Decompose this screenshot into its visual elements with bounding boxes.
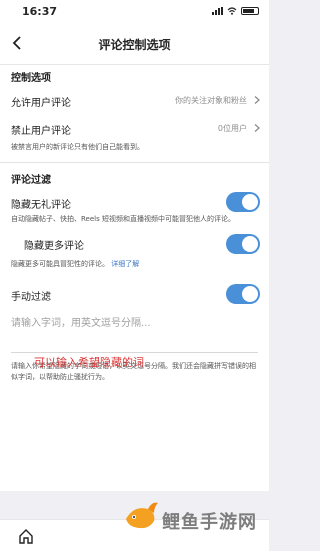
allow-comments-row[interactable]: 允许用户评论 你的关注对象和粉丝	[0, 86, 269, 114]
hide-more-note: 隐藏更多可能具冒犯性的评论。	[11, 260, 109, 268]
status-bar: 16:37	[0, 0, 269, 24]
signal-icon	[212, 7, 223, 15]
allow-comments-label: 允许用户评论	[11, 98, 71, 109]
manual-filter-label: 手动过滤	[11, 292, 51, 303]
battery-icon	[241, 7, 259, 15]
watermark-text: 鲤鱼手游网	[162, 512, 257, 533]
hide-offensive-note: 自动隐藏帖子、快拍、Reels 短视频和直播视频中可能冒犯他人的评论。	[11, 215, 235, 223]
manual-filter-row: 手动过滤	[0, 276, 269, 308]
hide-offensive-toggle[interactable]	[226, 192, 260, 212]
overlay-hint-text: 可以输入希望隐藏的词	[34, 356, 144, 369]
chevron-right-icon	[254, 124, 260, 132]
fish-logo-icon	[126, 502, 158, 529]
allow-comments-value: 你的关注对象和粉丝	[175, 96, 247, 105]
block-comments-value: 0位用户	[217, 124, 247, 133]
status-time: 16:37	[22, 5, 58, 18]
wifi-icon	[227, 7, 237, 15]
learn-more-link[interactable]: 详细了解	[111, 260, 139, 268]
manual-filter-toggle[interactable]	[226, 284, 260, 304]
filters-section-title: 评论过滤	[11, 175, 51, 186]
status-icons	[212, 7, 259, 15]
hide-offensive-row: 隐藏无礼评论	[0, 188, 269, 214]
section-divider	[0, 153, 269, 163]
header-bar: 评论控制选项	[0, 24, 269, 65]
hide-more-toggle[interactable]	[226, 234, 260, 254]
home-icon[interactable]	[18, 528, 34, 544]
hide-offensive-label: 隐藏无礼评论	[11, 200, 71, 211]
block-comments-label: 禁止用户评论	[11, 126, 71, 137]
block-comments-note: 被禁言用户的新评论只有他们自己能看到。	[11, 143, 144, 151]
controls-section-title: 控制选项	[11, 73, 51, 84]
chevron-right-icon	[254, 96, 260, 104]
hide-more-row: 隐藏更多评论	[0, 227, 269, 259]
settings-content: 控制选项 允许用户评论 你的关注对象和粉丝 禁止用户评论 0位用户 被禁言用户的…	[0, 65, 269, 491]
hide-more-label: 隐藏更多评论	[24, 241, 84, 252]
hide-more-note-line: 隐藏更多可能具冒犯性的评论。 详细了解	[0, 259, 269, 270]
page-title: 评论控制选项	[98, 38, 171, 52]
block-comments-row[interactable]: 禁止用户评论 0位用户	[0, 114, 269, 142]
manual-filter-input[interactable]: 请输入字词，用英文逗号分隔...	[0, 308, 269, 332]
